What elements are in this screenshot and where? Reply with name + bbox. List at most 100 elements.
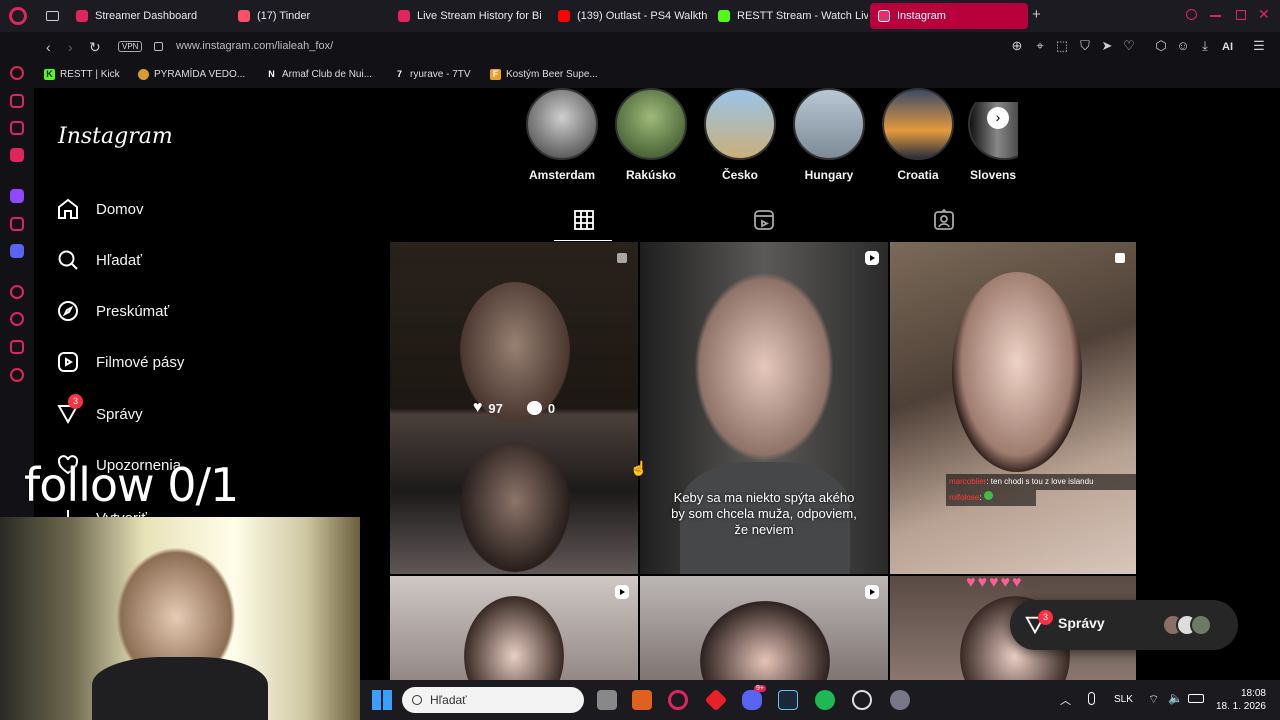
volume-icon[interactable]: 🔈 — [1168, 691, 1183, 705]
maximize-button[interactable] — [1236, 10, 1246, 20]
post-tile-1[interactable]: ♥ 97 0 — [390, 242, 638, 574]
download-icon[interactable]: ⤓ — [1198, 39, 1212, 53]
settings-gear-icon[interactable] — [890, 690, 910, 710]
likes-stat: ♥ 97 — [473, 399, 503, 417]
reload-icon[interactable]: ↻ — [89, 38, 101, 56]
discord-icon[interactable] — [10, 244, 24, 258]
chat-username: marcoblier — [949, 477, 987, 486]
instagram-icon[interactable] — [10, 217, 24, 231]
tab-instagram[interactable]: Instagram — [870, 3, 1028, 29]
post-tile-5[interactable] — [640, 576, 888, 680]
nav-label: Domov — [96, 200, 144, 218]
tab-streamer-dashboard[interactable]: Streamer Dashboard — [68, 3, 226, 29]
hearts-filter-decoration: ♥♥♥♥♥ — [966, 576, 1024, 591]
heart-bookmark-icon[interactable]: ♡ — [1122, 39, 1136, 53]
tab-tinder[interactable]: (17) Tinder — [230, 3, 388, 29]
nav-search[interactable]: Hľadať — [56, 248, 142, 272]
aria-icon[interactable] — [10, 66, 24, 80]
tab-restt-stream[interactable]: RESTT Stream - Watch Liv — [710, 3, 868, 29]
bookmark-armaf[interactable]: N Armaf Club de Nui... — [266, 69, 372, 80]
highlight-hungary[interactable]: Hungary — [791, 88, 867, 182]
post-tile-2[interactable]: Keby sa ma niekto spýta akého by som chc… — [640, 242, 888, 574]
discord-taskbar-icon[interactable]: 9+ — [742, 685, 766, 710]
extensions-sidebar-icon[interactable] — [10, 340, 24, 354]
reels-tab-icon[interactable] — [752, 208, 776, 232]
instagram-logo[interactable]: Instagram — [58, 124, 173, 149]
lock-icon[interactable] — [154, 42, 163, 51]
tab-outlast[interactable]: (139) Outlast - PS4 Walkth — [550, 3, 708, 29]
microphone-icon[interactable] — [1088, 692, 1095, 705]
post-tile-3[interactable]: marcoblier: ten chodi s tou z love islan… — [890, 242, 1136, 574]
tab-live-stream-history[interactable]: Live Stream History for Bi — [390, 3, 548, 29]
pin-icon[interactable]: ⌖ — [1033, 39, 1047, 53]
forward-icon[interactable]: › — [68, 38, 73, 56]
spotify-icon[interactable] — [815, 690, 835, 710]
opera-taskbar-icon[interactable] — [668, 690, 688, 710]
close-window-button[interactable]: ✕ — [1258, 6, 1270, 23]
tab-favicon-icon — [238, 10, 250, 22]
highlight-croatia[interactable]: Croatia — [880, 88, 956, 182]
tab-favicon-icon — [398, 10, 410, 22]
reel-icon — [615, 585, 629, 599]
obs-icon[interactable] — [852, 690, 872, 710]
vpn-badge[interactable]: VPN — [118, 41, 143, 52]
url-field[interactable]: www.instagram.com/lialeah_fox/ — [176, 40, 333, 52]
back-icon[interactable]: ‹ — [46, 38, 51, 56]
tab-label: Live Stream History for Bi — [417, 10, 542, 22]
profile-icon[interactable]: ☺ — [1176, 39, 1190, 53]
posts-grid-icon[interactable] — [572, 208, 596, 232]
nav-reels[interactable]: Filmové pásy — [56, 350, 184, 374]
history-icon[interactable] — [10, 312, 24, 326]
ai-button[interactable]: AI — [1222, 41, 1233, 53]
minimize-button[interactable] — [1210, 15, 1221, 17]
shield-icon[interactable]: ⛉ — [1078, 39, 1092, 53]
extensions-icon[interactable]: ⬡ — [1154, 39, 1168, 53]
app-diamond-icon[interactable] — [704, 688, 728, 712]
nav-explore[interactable]: Preskúmať — [56, 299, 169, 323]
menu-icon[interactable]: ☰ — [1252, 39, 1266, 53]
steam-icon[interactable] — [778, 690, 798, 710]
post-tile-4[interactable] — [390, 576, 638, 680]
app-icon[interactable] — [632, 690, 652, 710]
bookmark-pyramida[interactable]: PYRAMÍDA VEDO... — [138, 69, 245, 80]
bookmark-ryurave[interactable]: 7 ryurave - 7TV — [394, 69, 471, 80]
7tv-icon: 7 — [396, 69, 402, 79]
search-tabs-icon[interactable] — [1186, 9, 1197, 20]
highlight-amsterdam[interactable]: Amsterdam — [524, 88, 600, 182]
nav-label: Správy — [96, 405, 143, 423]
tray-chevron-icon[interactable]: ︿ — [1060, 692, 1071, 708]
carousel-icon — [1115, 253, 1125, 263]
highlight-cesko[interactable]: Česko — [702, 88, 778, 182]
file-explorer-icon[interactable] — [597, 690, 617, 710]
browser-tab-bar: Streamer Dashboard (17) Tinder Live Stre… — [0, 0, 1280, 32]
player-icon[interactable] — [10, 285, 24, 299]
stream-tool-icon[interactable] — [10, 121, 24, 135]
search-icon — [412, 695, 422, 705]
bookmark-restt-kick[interactable]: K RESTT | Kick — [44, 69, 120, 80]
twitch-icon[interactable] — [10, 189, 24, 203]
nav-label: Hľadať — [96, 251, 142, 269]
wifi-icon[interactable]: ⌔ — [1148, 692, 1159, 707]
nav-home[interactable]: Domov — [56, 197, 144, 221]
send-icon[interactable]: ➤ — [1100, 39, 1114, 53]
windows-start-icon[interactable] — [372, 690, 392, 710]
tab-overview-icon[interactable] — [46, 11, 59, 21]
messages-pill[interactable]: 3 Správy — [1010, 600, 1238, 650]
nav-messages[interactable]: 3 Správy — [56, 394, 143, 426]
gmail-icon[interactable] — [10, 148, 24, 162]
snapshot-icon[interactable]: ⬚ — [1055, 39, 1069, 53]
highlights-next-button[interactable]: › — [987, 107, 1009, 129]
bookmark-kostym[interactable]: F Kostým Beer Supe... — [490, 69, 598, 80]
new-tab-button[interactable]: + — [1032, 6, 1046, 24]
opera-logo-icon[interactable] — [9, 7, 27, 25]
reels-icon — [58, 352, 78, 372]
tagged-tab-icon[interactable] — [932, 208, 956, 232]
zoom-icon[interactable]: ⊕ — [1010, 39, 1024, 53]
battery-icon[interactable] — [1188, 694, 1204, 703]
system-clock[interactable]: 18:08 18. 1. 2026 — [1216, 687, 1266, 713]
language-indicator[interactable]: SLK — [1114, 694, 1133, 705]
crypto-wallet-icon[interactable] — [10, 94, 24, 108]
taskbar-search[interactable]: Hľadať — [402, 687, 584, 713]
settings-icon[interactable] — [10, 368, 24, 382]
highlight-rakusko[interactable]: Rakúsko — [613, 88, 689, 182]
